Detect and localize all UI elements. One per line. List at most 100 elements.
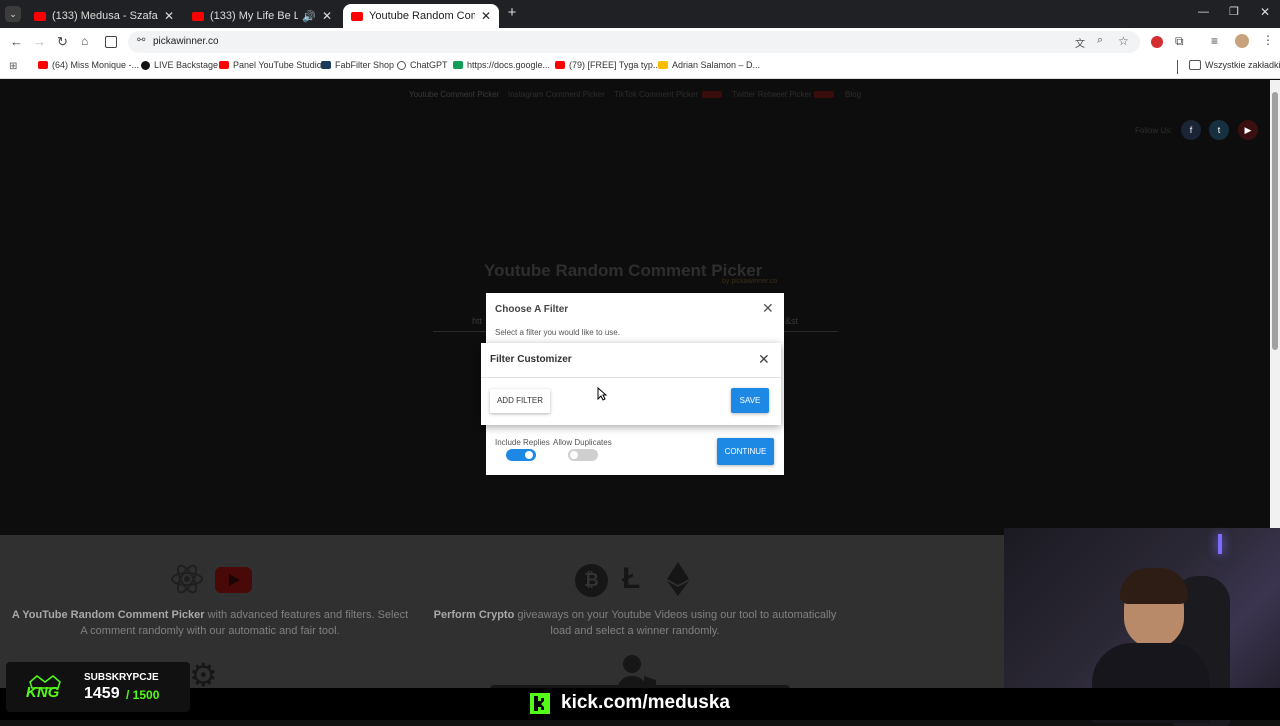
translate-icon[interactable]: 文 <box>1075 35 1085 50</box>
mouse-cursor-icon <box>597 386 608 406</box>
site-byline: by pickawinner.co <box>722 278 778 285</box>
youtube-icon <box>555 61 565 69</box>
bookmark-item[interactable]: LIVE Backstage <box>141 60 218 70</box>
youtube-icon <box>351 11 363 21</box>
add-filter-button[interactable]: ADD FILTER <box>490 389 550 413</box>
bookmark-label: https://docs.google... <box>467 60 551 70</box>
nav-youtube-comment-picker[interactable]: Youtube Comment Picker <box>409 90 499 99</box>
site-info-icon[interactable]: ⚯ <box>137 35 145 46</box>
youtube-icon <box>192 11 204 21</box>
url-input-right-text: &st <box>785 316 799 326</box>
bookmark-item[interactable]: (64) Miss Monique -... <box>38 60 139 70</box>
bookmark-item[interactable]: Adrian Salamon – D... <box>658 60 760 70</box>
neon-light <box>1218 534 1222 554</box>
crown-logo: KNG <box>24 672 66 704</box>
reading-list-icon[interactable]: ≡ <box>1211 34 1218 48</box>
extensions-puzzle-icon[interactable]: ⧉ <box>1175 34 1184 49</box>
youtube-studio-icon <box>219 61 229 69</box>
new-tab-button[interactable]: + <box>504 5 520 21</box>
kick-url-text: kick.com/meduska <box>561 692 730 713</box>
apps-grid-icon[interactable]: ⊞ <box>9 61 17 72</box>
bookmark-item[interactable]: (79) [FREE] Tyga typ... <box>555 60 660 70</box>
divider <box>1177 60 1178 74</box>
new-badge <box>814 91 834 98</box>
close-icon[interactable]: ✕ <box>481 9 491 23</box>
subs-goal: / 1500 <box>126 688 160 702</box>
twitter-icon[interactable]: t <box>1209 120 1229 140</box>
url-input-left-text: htt <box>472 316 483 326</box>
browser-tab-bar: ⌄ (133) Medusa - Szafa (prod. V8 ✕ (133)… <box>0 0 1280 28</box>
all-bookmarks-label: Wszystkie zakładki <box>1205 60 1280 70</box>
react-icon <box>170 564 204 594</box>
nav-blog[interactable]: Blog <box>845 90 861 99</box>
toggle-knob <box>525 451 533 459</box>
allow-duplicates-toggle[interactable] <box>568 449 598 461</box>
youtube-icon <box>215 567 252 593</box>
address-toolbar: ← → ↻ ⌂ ⚯ pickawinner.co 文 ⌕ ☆ ⧉ ≡ ⋮ <box>0 28 1280 56</box>
tab-title: (133) My Life Be Like (Keefe <box>210 10 299 22</box>
browser-tab-active[interactable]: Youtube Random Comment Pic ✕ <box>343 4 499 28</box>
zoom-icon[interactable]: ⌕ <box>1097 34 1103 47</box>
bookmark-item[interactable]: ChatGPT <box>397 60 448 70</box>
feature2-text: Perform Crypto giveaways on your Youtube… <box>432 607 838 639</box>
close-icon[interactable]: ✕ <box>164 9 174 23</box>
forward-icon[interactable]: → <box>33 34 46 49</box>
bookmark-label: FabFilter Shop <box>335 60 395 70</box>
subs-current: 1459 <box>84 685 120 702</box>
browser-tab[interactable]: (133) Medusa - Szafa (prod. V8 ✕ <box>26 4 182 28</box>
home-icon[interactable]: ⌂ <box>81 34 88 48</box>
feature1-text: A YouTube Random Comment Picker with adv… <box>10 607 410 639</box>
new-badge <box>702 91 722 98</box>
feature1-strong: A YouTube Random Comment Picker <box>11 609 205 621</box>
include-replies-toggle[interactable] <box>506 449 536 461</box>
reload-icon[interactable]: ↻ <box>57 34 68 50</box>
minimize-icon[interactable]: — <box>1198 6 1209 18</box>
include-replies-label: Include Replies <box>495 438 550 447</box>
close-window-icon[interactable]: ✕ <box>1260 5 1270 19</box>
youtube-icon <box>34 11 46 21</box>
header-divider <box>481 377 781 378</box>
toggle-knob <box>570 451 578 459</box>
bookmark-label: Panel YouTube Studio <box>233 60 322 70</box>
profile-avatar[interactable] <box>1235 34 1249 48</box>
all-bookmarks-folder[interactable]: Wszystkie zakładki <box>1189 60 1280 70</box>
bookmark-label: ChatGPT <box>410 60 448 70</box>
side-panel-icon[interactable] <box>105 36 117 48</box>
feature2-strong: Perform Crypto <box>433 609 515 621</box>
bookmark-label: (64) Miss Monique -... <box>52 60 140 70</box>
bookmark-item[interactable]: FabFilter Shop <box>321 60 394 70</box>
ethereum-icon <box>667 562 689 601</box>
nav-twitter-retweet-picker[interactable]: Twitter Retweet Picker <box>732 90 812 99</box>
nav-instagram-comment-picker[interactable]: Instagram Comment Picker <box>508 90 605 99</box>
menu-kebab-icon[interactable]: ⋮ <box>1262 33 1274 47</box>
modal-title: Choose A Filter <box>495 304 569 315</box>
extension-icon[interactable] <box>1151 36 1163 48</box>
save-button[interactable]: SAVE <box>731 388 769 413</box>
star-icon[interactable]: ☆ <box>1118 34 1129 48</box>
kick-logo-icon <box>530 693 550 714</box>
youtube-social-icon[interactable]: ▶ <box>1238 120 1258 140</box>
allow-duplicates-label: Allow Duplicates <box>553 438 612 447</box>
scrollbar-thumb[interactable] <box>1272 92 1278 350</box>
close-icon[interactable]: ✕ <box>758 351 770 368</box>
speaker-icon[interactable]: 🔊 <box>302 10 316 23</box>
site-title: Youtube Random Comment Picker <box>484 261 763 280</box>
restore-icon[interactable]: ❐ <box>1229 5 1239 18</box>
close-icon[interactable]: ✕ <box>322 9 332 23</box>
live-icon <box>141 60 150 70</box>
bookmark-item[interactable]: https://docs.google... <box>453 60 550 70</box>
google-sheets-icon <box>453 61 463 69</box>
filter-customizer-modal: Filter Customizer ✕ ADD FILTER SAVE <box>481 343 781 425</box>
bitcoin-icon: ₿ <box>575 564 608 597</box>
bookmark-label: (79) [FREE] Tyga typ... <box>569 60 661 70</box>
back-icon[interactable]: ← <box>10 34 23 49</box>
url-bar[interactable]: ⚯ pickawinner.co 文 ⌕ ☆ <box>128 31 1140 53</box>
close-icon[interactable]: ✕ <box>762 300 774 317</box>
continue-button[interactable]: CONTINUE <box>717 438 774 465</box>
logo-text: KNG <box>26 684 60 701</box>
browser-tab[interactable]: (133) My Life Be Like (Keefe 🔊 ✕ <box>184 4 340 28</box>
tab-search-button[interactable]: ⌄ <box>5 6 21 22</box>
facebook-icon[interactable]: f <box>1181 120 1201 140</box>
nav-tiktok-comment-picker[interactable]: TikTok Comment Picker <box>614 90 698 99</box>
bookmark-item[interactable]: Panel YouTube Studio <box>219 60 322 70</box>
